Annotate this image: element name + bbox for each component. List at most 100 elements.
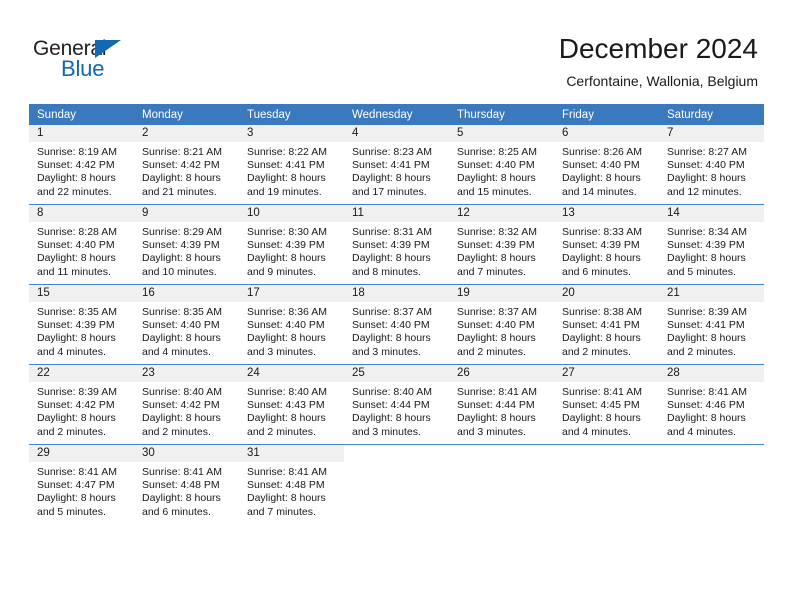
daylight-text-line2: and 4 minutes. bbox=[562, 425, 631, 438]
calendar-day-cell[interactable]: 28 Sunrise: 8:41 AM Sunset: 4:46 PM Dayligh… bbox=[659, 364, 764, 445]
day-number: 5 bbox=[449, 125, 554, 142]
daylight-text-line2: and 4 minutes. bbox=[37, 345, 106, 358]
weekday-header-friday: Friday bbox=[554, 104, 659, 125]
day-number bbox=[344, 445, 449, 462]
daylight-text-line1: Daylight: 8 hours bbox=[37, 332, 116, 345]
daylight-text-line1: Daylight: 8 hours bbox=[667, 332, 746, 345]
day-details: Sunrise: 8:41 AM Sunset: 4:46 PM Daylight:… bbox=[659, 382, 764, 439]
day-number: 17 bbox=[239, 285, 344, 302]
daylight-text-line1: Daylight: 8 hours bbox=[142, 412, 221, 425]
sunrise-text: Sunrise: 8:41 AM bbox=[247, 466, 327, 478]
weekday-header-saturday: Saturday bbox=[659, 104, 764, 125]
calendar-day-cell[interactable]: 2 Sunrise: 8:21 AM Sunset: 4:42 PM Daylight… bbox=[134, 125, 239, 205]
calendar-day-cell[interactable]: 21 Sunrise: 8:39 AM Sunset: 4:41 PM Dayligh… bbox=[659, 284, 764, 365]
daylight-text-line2: and 2 minutes. bbox=[37, 425, 106, 438]
calendar-day-cell[interactable]: 14 Sunrise: 8:34 AM Sunset: 4:39 PM Dayligh… bbox=[659, 204, 764, 285]
logo-text-blue: Blue bbox=[61, 56, 105, 81]
calendar-day-cell[interactable]: 24 Sunrise: 8:40 AM Sunset: 4:43 PM Dayligh… bbox=[239, 364, 344, 445]
sunset-text: Sunset: 4:40 PM bbox=[457, 319, 535, 332]
calendar-day-cell[interactable]: 22 Sunrise: 8:39 AM Sunset: 4:42 PM Dayligh… bbox=[29, 364, 134, 445]
calendar-day-cell[interactable]: 17 Sunrise: 8:36 AM Sunset: 4:40 PM Dayligh… bbox=[239, 284, 344, 365]
sunset-text: Sunset: 4:40 PM bbox=[457, 159, 535, 172]
calendar-day-cell[interactable]: 7 Sunrise: 8:27 AM Sunset: 4:40 PM Daylight… bbox=[659, 125, 764, 205]
weekday-header-wednesday: Wednesday bbox=[344, 104, 449, 125]
sunset-text: Sunset: 4:48 PM bbox=[142, 479, 220, 492]
sunset-text: Sunset: 4:44 PM bbox=[457, 399, 535, 412]
calendar-day-cell[interactable]: 26 Sunrise: 8:41 AM Sunset: 4:44 PM Dayligh… bbox=[449, 364, 554, 445]
sunrise-text: Sunrise: 8:22 AM bbox=[247, 146, 327, 158]
daylight-text-line1: Daylight: 8 hours bbox=[457, 252, 536, 265]
day-number: 13 bbox=[554, 205, 659, 222]
calendar-day-cell[interactable]: 16 Sunrise: 8:35 AM Sunset: 4:40 PM Dayligh… bbox=[134, 284, 239, 365]
sunset-text: Sunset: 4:42 PM bbox=[37, 399, 115, 412]
calendar-day-cell[interactable]: 25 Sunrise: 8:40 AM Sunset: 4:44 PM Dayligh… bbox=[344, 364, 449, 445]
sunrise-text: Sunrise: 8:37 AM bbox=[457, 306, 537, 318]
day-details: Sunrise: 8:29 AM Sunset: 4:39 PM Daylight:… bbox=[134, 222, 239, 279]
day-number: 19 bbox=[449, 285, 554, 302]
calendar-day-cell[interactable]: 13 Sunrise: 8:33 AM Sunset: 4:39 PM Dayligh… bbox=[554, 204, 659, 285]
daylight-text-line1: Daylight: 8 hours bbox=[352, 252, 431, 265]
calendar-day-cell[interactable]: 15 Sunrise: 8:35 AM Sunset: 4:39 PM Dayligh… bbox=[29, 284, 134, 365]
daylight-text-line2: and 12 minutes. bbox=[667, 185, 742, 198]
sunset-text: Sunset: 4:43 PM bbox=[247, 399, 325, 412]
calendar-day-cell[interactable]: 4 Sunrise: 8:23 AM Sunset: 4:41 PM Daylight… bbox=[344, 125, 449, 205]
day-number: 20 bbox=[554, 285, 659, 302]
day-number: 9 bbox=[134, 205, 239, 222]
daylight-text-line1: Daylight: 8 hours bbox=[247, 492, 326, 505]
sunrise-text: Sunrise: 8:19 AM bbox=[37, 146, 117, 158]
day-number: 24 bbox=[239, 365, 344, 382]
day-details: Sunrise: 8:40 AM Sunset: 4:42 PM Daylight:… bbox=[134, 382, 239, 439]
calendar-day-cell[interactable]: 1 Sunrise: 8:19 AM Sunset: 4:42 PM Daylight… bbox=[29, 125, 134, 205]
calendar-day-cell[interactable]: 19 Sunrise: 8:37 AM Sunset: 4:40 PM Dayligh… bbox=[449, 284, 554, 365]
sunset-text: Sunset: 4:42 PM bbox=[142, 399, 220, 412]
sunrise-text: Sunrise: 8:40 AM bbox=[247, 386, 327, 398]
calendar-day-cell[interactable]: 6 Sunrise: 8:26 AM Sunset: 4:40 PM Daylight… bbox=[554, 125, 659, 205]
calendar-day-cell[interactable]: 11 Sunrise: 8:31 AM Sunset: 4:39 PM Dayligh… bbox=[344, 204, 449, 285]
daylight-text-line2: and 6 minutes. bbox=[142, 505, 211, 518]
calendar-week-row: 8 Sunrise: 8:28 AM Sunset: 4:40 PM Daylight… bbox=[29, 204, 764, 285]
calendar-day-cell[interactable]: 31 Sunrise: 8:41 AM Sunset: 4:48 PM Dayligh… bbox=[239, 444, 344, 524]
day-number bbox=[449, 445, 554, 462]
sunset-text: Sunset: 4:41 PM bbox=[667, 319, 745, 332]
calendar-day-cell[interactable]: 29 Sunrise: 8:41 AM Sunset: 4:47 PM Dayligh… bbox=[29, 444, 134, 524]
weekday-header-monday: Monday bbox=[134, 104, 239, 125]
calendar-day-cell[interactable]: 20 Sunrise: 8:38 AM Sunset: 4:41 PM Dayligh… bbox=[554, 284, 659, 365]
calendar-day-cell[interactable]: 3 Sunrise: 8:22 AM Sunset: 4:41 PM Daylight… bbox=[239, 125, 344, 205]
weekday-header-thursday: Thursday bbox=[449, 104, 554, 125]
calendar-day-cell[interactable]: 5 Sunrise: 8:25 AM Sunset: 4:40 PM Daylight… bbox=[449, 125, 554, 205]
daylight-text-line1: Daylight: 8 hours bbox=[142, 332, 221, 345]
calendar-day-cell[interactable]: 8 Sunrise: 8:28 AM Sunset: 4:40 PM Daylight… bbox=[29, 204, 134, 285]
sunset-text: Sunset: 4:42 PM bbox=[37, 159, 115, 172]
day-details: Sunrise: 8:41 AM Sunset: 4:48 PM Daylight:… bbox=[134, 462, 239, 519]
calendar-day-cell-empty bbox=[659, 444, 764, 524]
calendar-day-cell[interactable]: 10 Sunrise: 8:30 AM Sunset: 4:39 PM Dayligh… bbox=[239, 204, 344, 285]
sunrise-text: Sunrise: 8:41 AM bbox=[667, 386, 747, 398]
sunset-text: Sunset: 4:42 PM bbox=[142, 159, 220, 172]
day-details: Sunrise: 8:23 AM Sunset: 4:41 PM Daylight:… bbox=[344, 142, 449, 199]
daylight-text-line1: Daylight: 8 hours bbox=[352, 332, 431, 345]
day-details bbox=[659, 462, 764, 466]
sunrise-text: Sunrise: 8:25 AM bbox=[457, 146, 537, 158]
day-details: Sunrise: 8:41 AM Sunset: 4:48 PM Daylight:… bbox=[239, 462, 344, 519]
calendar-day-cell[interactable]: 27 Sunrise: 8:41 AM Sunset: 4:45 PM Dayligh… bbox=[554, 364, 659, 445]
sunrise-text: Sunrise: 8:29 AM bbox=[142, 226, 222, 238]
day-details: Sunrise: 8:39 AM Sunset: 4:41 PM Daylight:… bbox=[659, 302, 764, 359]
calendar-day-cell[interactable]: 18 Sunrise: 8:37 AM Sunset: 4:40 PM Dayligh… bbox=[344, 284, 449, 365]
daylight-text-line1: Daylight: 8 hours bbox=[142, 252, 221, 265]
calendar-day-cell[interactable]: 30 Sunrise: 8:41 AM Sunset: 4:48 PM Dayligh… bbox=[134, 444, 239, 524]
daylight-text-line2: and 7 minutes. bbox=[457, 265, 526, 278]
calendar-day-cell[interactable]: 9 Sunrise: 8:29 AM Sunset: 4:39 PM Daylight… bbox=[134, 204, 239, 285]
calendar-day-cell[interactable]: 23 Sunrise: 8:40 AM Sunset: 4:42 PM Dayligh… bbox=[134, 364, 239, 445]
daylight-text-line1: Daylight: 8 hours bbox=[247, 252, 326, 265]
general-blue-logo[interactable]: General Blue bbox=[33, 37, 163, 85]
day-number: 3 bbox=[239, 125, 344, 142]
day-details: Sunrise: 8:31 AM Sunset: 4:39 PM Daylight:… bbox=[344, 222, 449, 279]
sunrise-text: Sunrise: 8:41 AM bbox=[562, 386, 642, 398]
day-number: 18 bbox=[344, 285, 449, 302]
sunrise-text: Sunrise: 8:41 AM bbox=[142, 466, 222, 478]
day-details: Sunrise: 8:36 AM Sunset: 4:40 PM Daylight:… bbox=[239, 302, 344, 359]
day-details: Sunrise: 8:41 AM Sunset: 4:45 PM Daylight:… bbox=[554, 382, 659, 439]
sunset-text: Sunset: 4:48 PM bbox=[247, 479, 325, 492]
day-details: Sunrise: 8:40 AM Sunset: 4:43 PM Daylight:… bbox=[239, 382, 344, 439]
calendar-day-cell[interactable]: 12 Sunrise: 8:32 AM Sunset: 4:39 PM Dayligh… bbox=[449, 204, 554, 285]
